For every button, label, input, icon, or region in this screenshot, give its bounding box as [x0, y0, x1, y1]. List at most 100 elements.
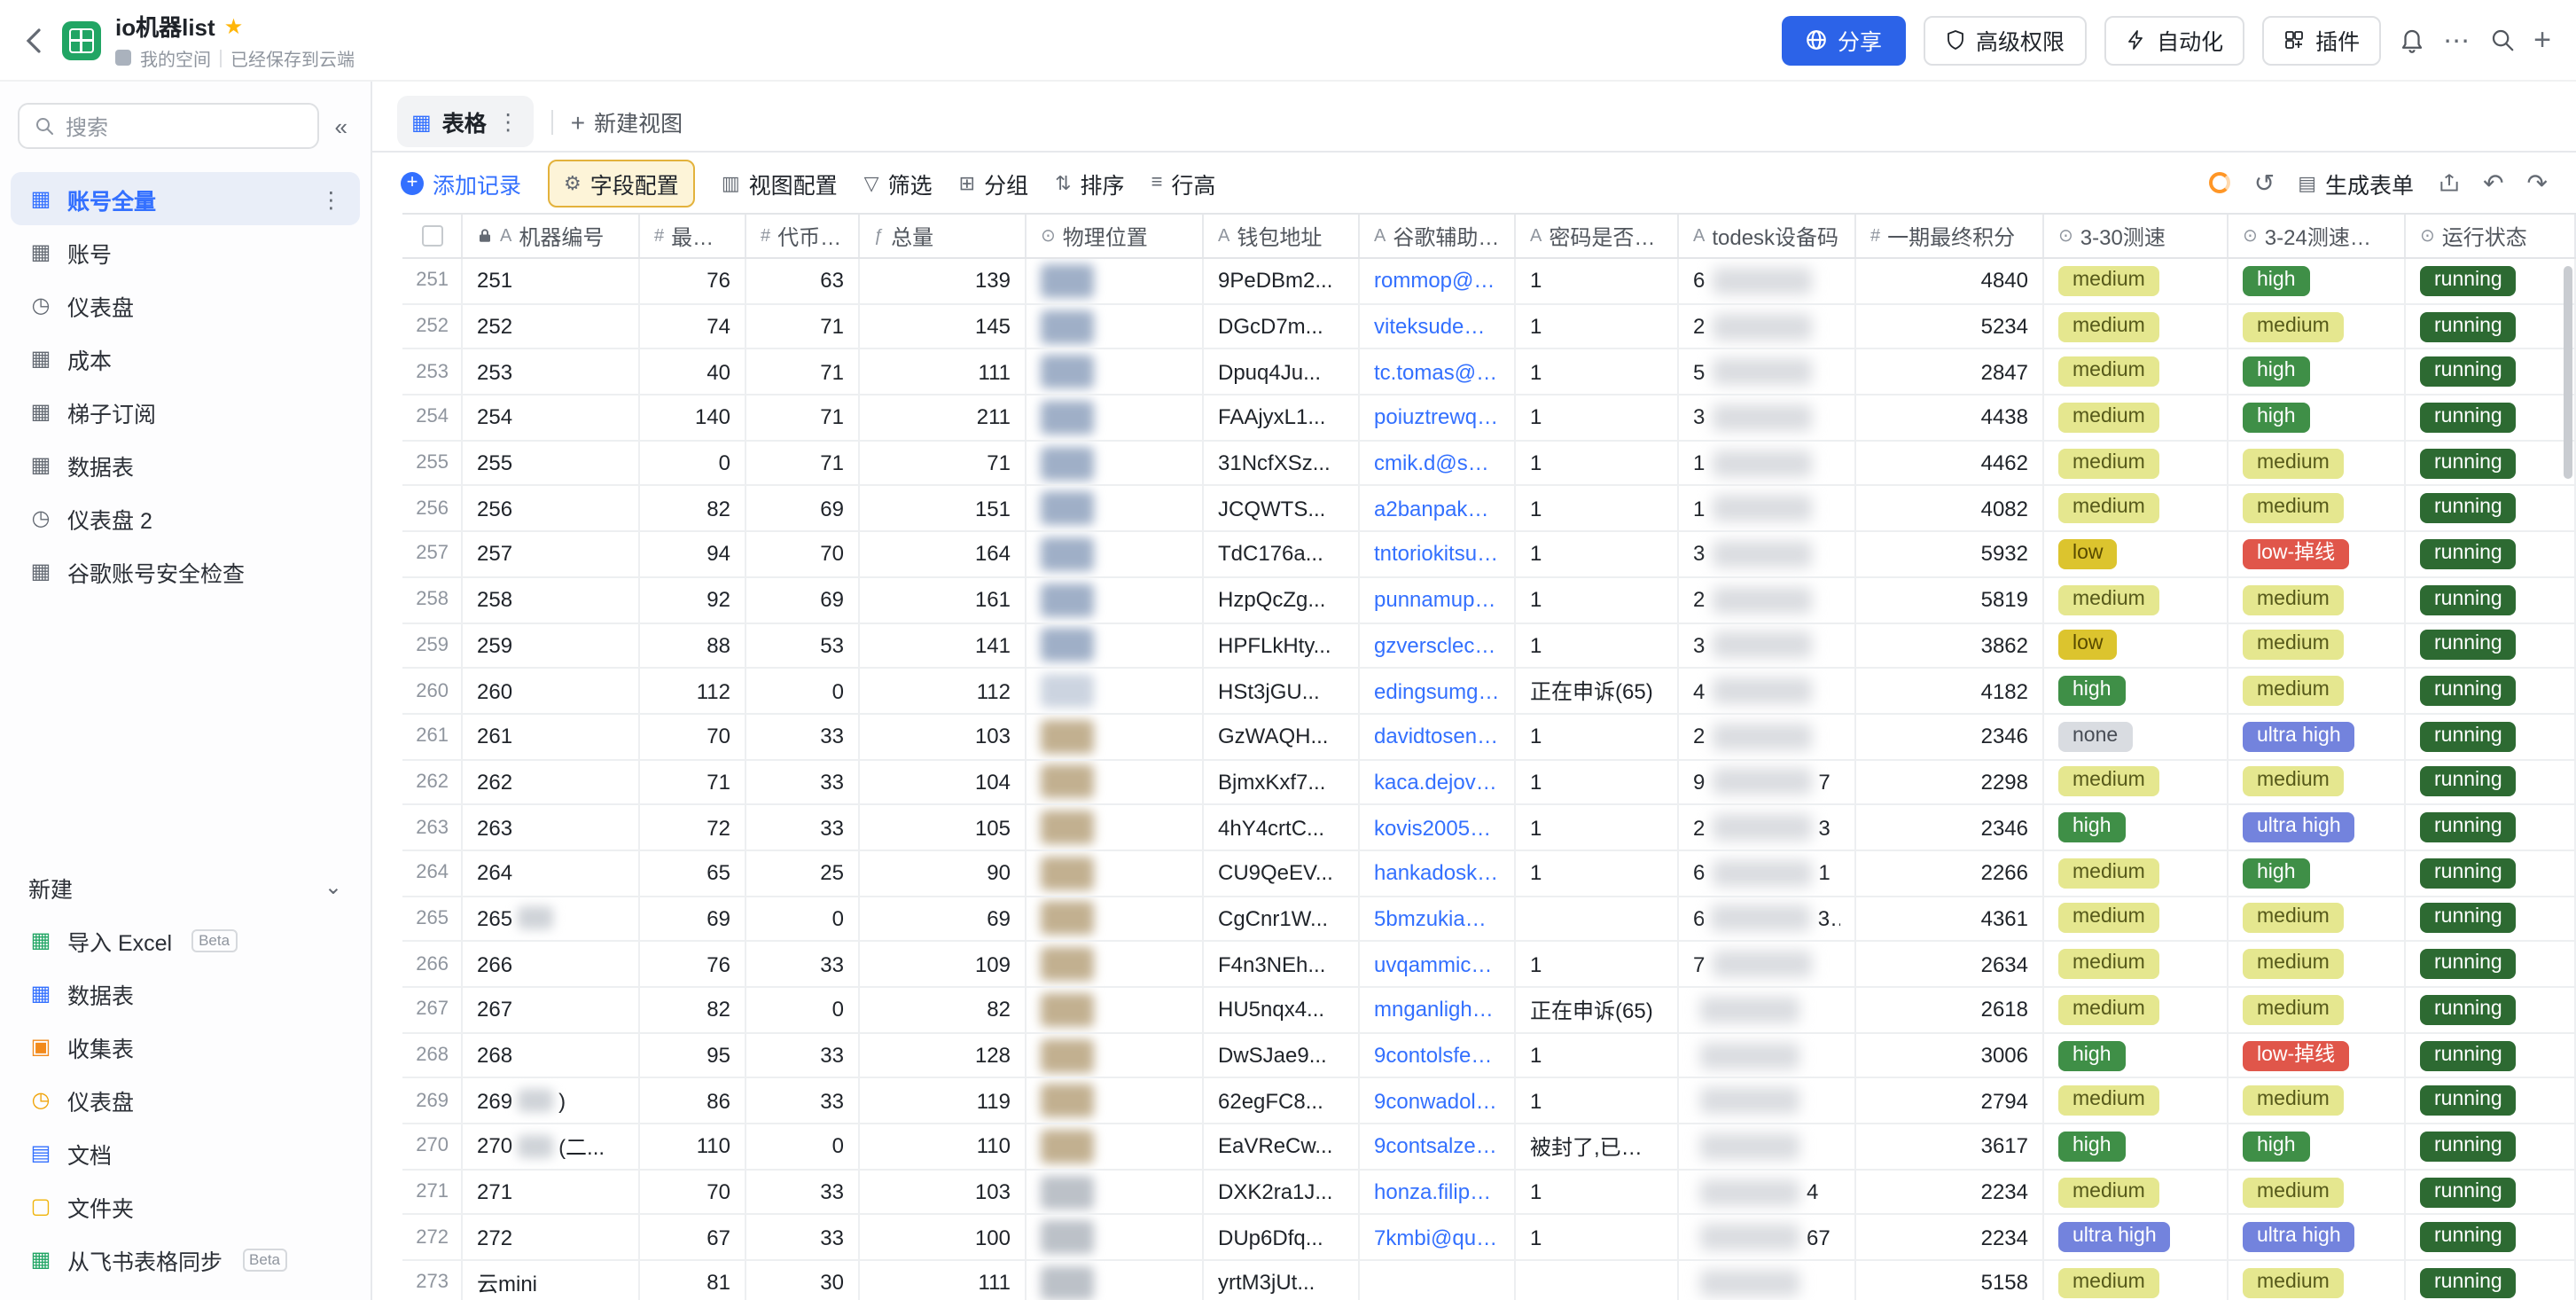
row-index-cell[interactable]: 255	[402, 441, 463, 485]
cell-email[interactable]: gzversclecuniz...	[1360, 623, 1516, 668]
cell-points[interactable]: 4840	[1856, 259, 2044, 303]
cell-s324[interactable]: medium	[2229, 669, 2406, 713]
email-link[interactable]: rommop@sezn...	[1374, 269, 1500, 294]
row-index-cell[interactable]: 268	[402, 1033, 463, 1077]
email-link[interactable]: a2banpakubut...	[1374, 497, 1500, 521]
cell-points[interactable]: 3006	[1856, 1033, 2044, 1077]
cell-total[interactable]: 112	[860, 669, 1026, 713]
cell-final[interactable]: 94	[640, 532, 746, 576]
cell-total[interactable]: 128	[860, 1033, 1026, 1077]
search-button[interactable]	[2489, 27, 2516, 53]
cell-email[interactable]: mnganlighmas...	[1360, 988, 1516, 1032]
cell-s330[interactable]: medium	[2044, 1078, 2229, 1124]
cell-todesk[interactable]: 67	[1679, 1215, 1856, 1260]
cell-todesk[interactable]: 2	[1679, 304, 1856, 348]
cell-points[interactable]: 4361	[1856, 897, 2044, 941]
cell-total[interactable]: 145	[860, 304, 1026, 348]
cell-status[interactable]: running	[2406, 623, 2576, 668]
cell-email[interactable]: uvqammicno91...	[1360, 942, 1516, 986]
cell-s324[interactable]: ultra high	[2229, 714, 2406, 759]
view-config-button[interactable]: ▥ 视图配置	[722, 166, 838, 200]
cell-pwd[interactable]: 1	[1516, 850, 1679, 896]
row-index-cell[interactable]: 273	[402, 1261, 463, 1300]
cell-coin2[interactable]: 0	[746, 669, 860, 713]
view-tab-more-icon[interactable]: ⋮	[497, 108, 519, 135]
cell-final[interactable]: 88	[640, 623, 746, 668]
column-header-coin2[interactable]: # 代币2期	[746, 215, 860, 257]
cell-wallet[interactable]: 9PeDBm2...	[1204, 259, 1360, 303]
cell-final[interactable]: 67	[640, 1215, 746, 1260]
sidebar-item[interactable]: ▦ 梯子订阅	[11, 385, 360, 438]
add-record-button[interactable]: + 添加记录	[401, 166, 521, 200]
cell-machine[interactable]: 253	[463, 349, 640, 395]
cell-machine[interactable]: 260	[463, 669, 640, 713]
cell-status[interactable]: running	[2406, 395, 2576, 440]
cell-pwd[interactable]: 被封了,已申诉...	[1516, 1124, 1679, 1169]
cell-total[interactable]: 110	[860, 1124, 1026, 1169]
cell-s324[interactable]: low-掉线	[2229, 1033, 2406, 1077]
cell-total[interactable]: 111	[860, 349, 1026, 395]
column-header-pwd[interactable]: A 密码是否更改	[1516, 215, 1679, 257]
cell-status[interactable]: running	[2406, 532, 2576, 576]
cell-coin2[interactable]: 0	[746, 1124, 860, 1169]
cell-s324[interactable]: medium	[2229, 760, 2406, 804]
cell-total[interactable]: 109	[860, 942, 1026, 986]
cell-wallet[interactable]: F4n3NEh...	[1204, 942, 1360, 986]
cell-total[interactable]: 82	[860, 988, 1026, 1032]
cell-s330[interactable]: medium	[2044, 395, 2229, 440]
cell-location[interactable]	[1026, 760, 1204, 804]
cell-email[interactable]: 7kmbi@queen...	[1360, 1215, 1516, 1260]
row-index-cell[interactable]: 266	[402, 942, 463, 986]
email-link[interactable]: tc.tomas@sez...	[1374, 359, 1500, 384]
sidebar-item[interactable]: ▦ 谷歌账号安全检查	[11, 544, 360, 598]
cell-s330[interactable]: medium	[2044, 577, 2229, 622]
cell-location[interactable]	[1026, 486, 1204, 531]
cell-s330[interactable]: high	[2044, 1033, 2229, 1077]
column-header-total[interactable]: ƒ 总量	[860, 215, 1026, 257]
cell-status[interactable]: running	[2406, 1170, 2576, 1214]
cell-s330[interactable]: medium	[2044, 349, 2229, 395]
cell-todesk[interactable]: 3	[1679, 623, 1856, 668]
cell-machine[interactable]: 268	[463, 1033, 640, 1077]
cell-location[interactable]	[1026, 669, 1204, 713]
cell-s330[interactable]: medium	[2044, 486, 2229, 531]
cell-location[interactable]	[1026, 349, 1204, 395]
automation-button[interactable]: 自动化	[2104, 15, 2245, 65]
cell-machine[interactable]: 269)	[463, 1078, 640, 1124]
cell-pwd[interactable]: 1	[1516, 942, 1679, 986]
cell-location[interactable]	[1026, 714, 1204, 759]
create-item[interactable]: ▣ 收集表	[11, 1020, 360, 1073]
cell-points[interactable]: 2634	[1856, 942, 2044, 986]
cell-coin2[interactable]: 70	[746, 532, 860, 576]
field-config-button[interactable]: ⚙ 字段配置	[548, 159, 695, 207]
cell-todesk[interactable]: 6	[1679, 259, 1856, 303]
redo-button[interactable]: ↷	[2527, 168, 2548, 198]
cell-status[interactable]: running	[2406, 577, 2576, 622]
cell-machine[interactable]: 271	[463, 1170, 640, 1214]
cell-todesk[interactable]: 2	[1679, 577, 1856, 622]
email-link[interactable]: kovis2005@vol...	[1374, 815, 1500, 840]
cell-s324[interactable]: medium	[2229, 486, 2406, 531]
column-header-s330[interactable]: ⊙ 3-30测速	[2044, 215, 2229, 257]
cell-location[interactable]	[1026, 1033, 1204, 1077]
cell-s324[interactable]: ultra high	[2229, 1215, 2406, 1260]
cell-s324[interactable]: high	[2229, 850, 2406, 896]
new-section-toggle[interactable]: 新建 ⌄	[0, 860, 371, 913]
row-index-cell[interactable]: 251	[402, 259, 463, 303]
cell-status[interactable]: running	[2406, 1033, 2576, 1077]
cell-points[interactable]: 3862	[1856, 623, 2044, 668]
row-index-cell[interactable]: 258	[402, 577, 463, 622]
sidebar-item[interactable]: ▦ 账号	[11, 225, 360, 278]
breadcrumb-space[interactable]: 我的空间	[140, 44, 211, 71]
row-index-cell[interactable]: 262	[402, 760, 463, 804]
cell-location[interactable]	[1026, 1078, 1204, 1124]
cell-wallet[interactable]: HU5nqx4...	[1204, 988, 1360, 1032]
cell-coin2[interactable]: 69	[746, 486, 860, 531]
email-link[interactable]: 9contolsfestpil...	[1374, 1043, 1500, 1068]
cell-todesk[interactable]: 61	[1679, 850, 1856, 896]
notifications-button[interactable]	[2399, 27, 2425, 53]
cell-s324[interactable]: high	[2229, 1124, 2406, 1169]
cell-machine[interactable]: 272	[463, 1215, 640, 1260]
cell-pwd[interactable]: 1	[1516, 1170, 1679, 1214]
cell-email[interactable]: kovis2005@vol...	[1360, 805, 1516, 850]
